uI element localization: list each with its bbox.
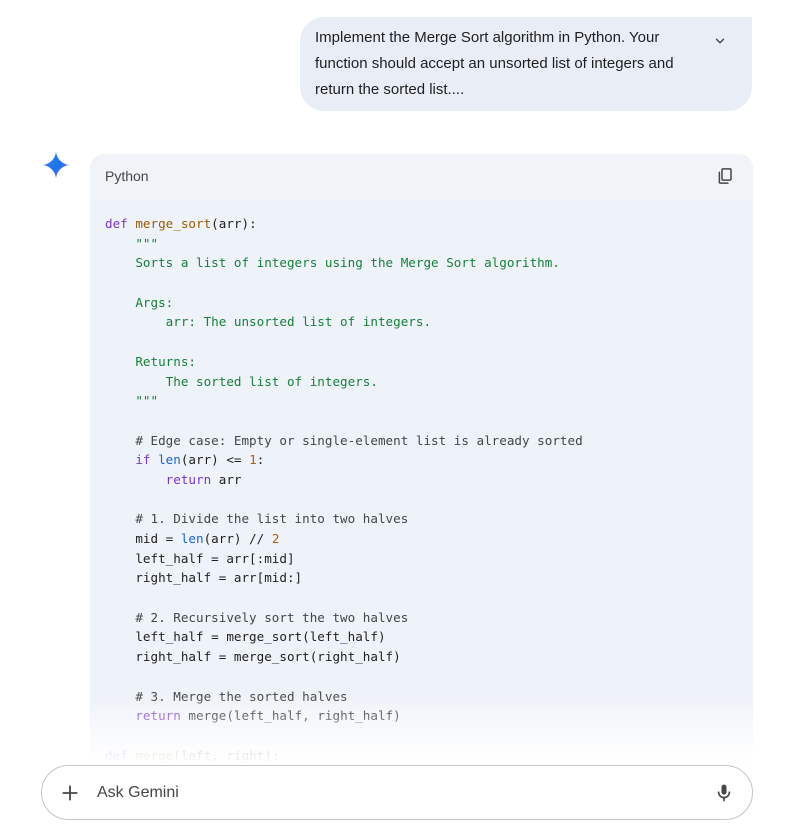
user-message-text: Implement the Merge Sort algorithm in Py… (315, 25, 708, 103)
code-token: arr: The unsorted list of integers. (105, 314, 432, 330)
code-token: Args: (105, 294, 174, 310)
code-line: # Edge case: Empty or single-element lis… (105, 431, 738, 451)
code-line: # 3. Merge the sorted halves (105, 687, 738, 707)
code-token: """ (105, 393, 159, 409)
code-token: def (105, 747, 136, 763)
microphone-button[interactable] (712, 781, 736, 805)
code-token: # 3. Merge the sorted halves (105, 688, 348, 704)
code-token: """ (105, 235, 159, 251)
code-token: : (256, 452, 265, 468)
code-token: right_half = arr[mid:] (105, 570, 303, 586)
code-token: merge_sort (135, 216, 212, 231)
code-token: return (135, 708, 189, 724)
code-token: if (135, 452, 159, 468)
prompt-input[interactable] (97, 783, 712, 802)
code-line: left_half = arr[:mid] (105, 549, 738, 569)
code-line: if len(arr) <= 1: (105, 450, 738, 470)
user-message-bubble: Implement the Merge Sort algorithm in Py… (300, 17, 752, 111)
expand-message-button[interactable] (710, 31, 730, 51)
code-line: def merge(left, right): (105, 746, 738, 766)
code-line: arr: The unsorted list of integers. (105, 312, 738, 332)
code-token: left_half = arr[:mid] (105, 550, 295, 566)
code-line: return arr (105, 470, 738, 490)
code-token: merge (135, 747, 174, 763)
code-line: left_half = merge_sort(left_half) (105, 627, 738, 647)
add-attachment-button[interactable] (58, 781, 82, 805)
code-line: # 2. Recursively sort the two halves (105, 608, 738, 628)
code-token: # Edge case: Empty or single-element lis… (105, 432, 583, 448)
code-line: # 1. Divide the list into two halves (105, 509, 738, 529)
user-message-line: function should accept an unsorted list … (315, 55, 674, 72)
code-token: Sorts a list of integers using the Merge… (105, 255, 560, 271)
user-message-line: return the sorted list.... (315, 81, 465, 98)
code-line: Args: (105, 293, 738, 313)
code-token: arr (218, 471, 242, 487)
prompt-input-bar (41, 765, 753, 820)
code-line: return merge(left_half, right_half) (105, 706, 738, 726)
code-token: (arr): (211, 216, 257, 231)
code-token: 2 (271, 531, 280, 546)
code-token: len (180, 531, 204, 546)
microphone-icon (717, 784, 731, 801)
code-token: mid = (105, 531, 181, 546)
code-line: Returns: (105, 352, 738, 372)
code-block: Python def merge_sort(arr): """ Sorts a … (90, 154, 753, 766)
code-token: The sorted list of integers. (105, 373, 378, 389)
code-token: (left, right): (173, 747, 280, 763)
code-token: return (165, 471, 219, 487)
code-token: # 1. Divide the list into two halves (105, 511, 409, 527)
code-line: def merge_sort(arr): (105, 214, 738, 234)
code-line: Sorts a list of integers using the Merge… (105, 253, 738, 273)
code-token: Returns: (105, 353, 196, 369)
code-content: def merge_sort(arr): """ Sorts a list of… (90, 200, 753, 766)
plus-icon (62, 784, 78, 801)
code-token: 1 (249, 452, 257, 468)
code-block-header: Python (90, 154, 753, 198)
code-token: right_half = merge_sort(right_half) (105, 649, 401, 665)
code-language-label: Python (105, 168, 149, 184)
code-line: The sorted list of integers. (105, 372, 738, 392)
code-token: (arr) <= (180, 452, 250, 468)
code-line: """ (105, 234, 738, 254)
code-line: mid = len(arr) // 2 (105, 529, 738, 549)
code-token: def (105, 216, 136, 231)
code-token: left_half = merge_sort(left_half) (105, 629, 386, 645)
code-token: (arr) // (203, 531, 272, 546)
code-line: """ (105, 391, 738, 411)
gemini-sparkle-icon (42, 151, 70, 179)
copy-icon (718, 168, 732, 184)
chevron-down-icon (715, 38, 725, 44)
user-message-line: Implement the Merge Sort algorithm in Py… (315, 29, 660, 46)
code-token: merge(left_half, right_half) (188, 708, 401, 724)
code-token: # 2. Recursively sort the two halves (105, 609, 409, 625)
code-line: right_half = arr[mid:] (105, 568, 738, 588)
code-line: right_half = merge_sort(right_half) (105, 647, 738, 667)
code-token: len (158, 452, 181, 468)
copy-code-button[interactable] (713, 164, 737, 188)
